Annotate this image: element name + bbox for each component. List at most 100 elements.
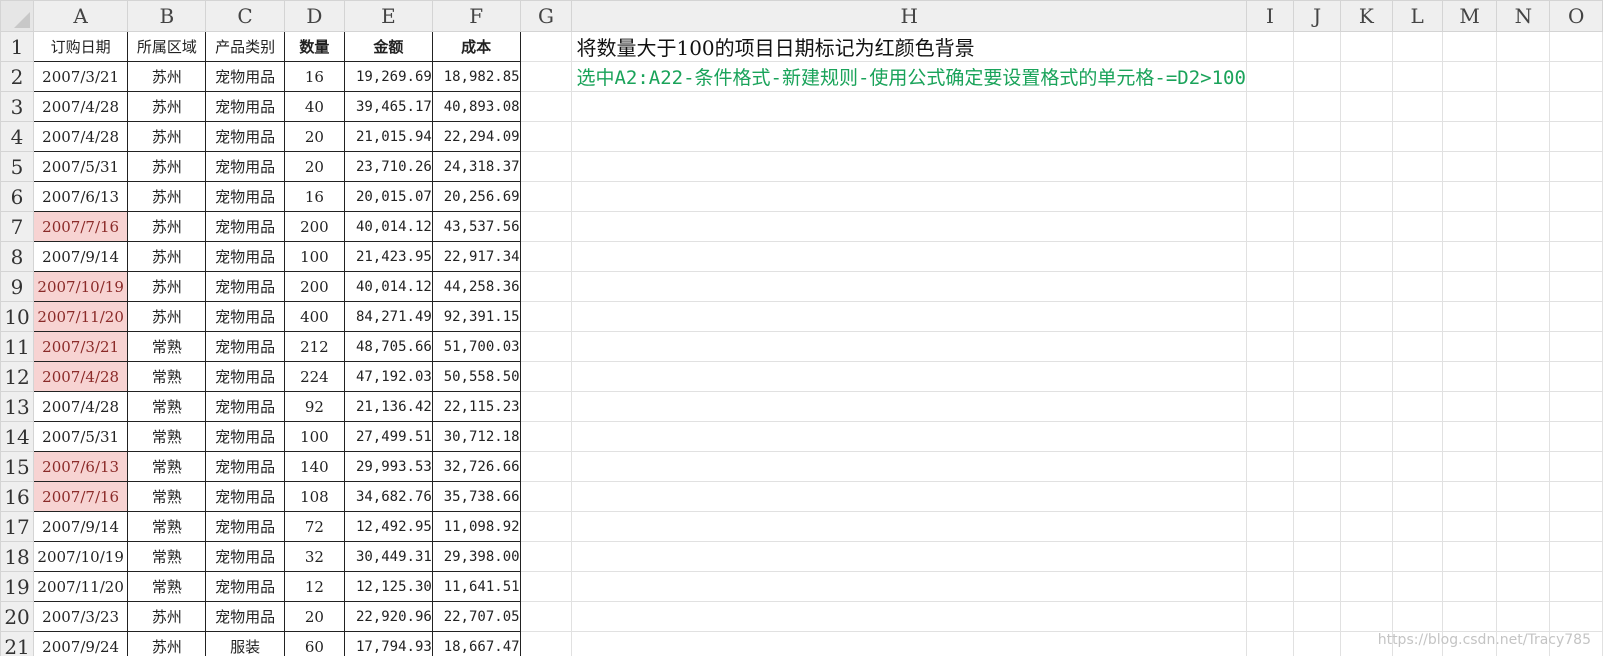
cell-b12[interactable]: 常熟 — [127, 361, 207, 392]
column-header-j[interactable]: J — [1293, 0, 1342, 32]
cell-g21[interactable] — [519, 631, 573, 656]
cell-g6[interactable] — [519, 181, 573, 212]
cell-e10[interactable]: 84,271.49 — [344, 301, 433, 332]
cell-o16[interactable] — [1549, 481, 1603, 512]
cell-c16[interactable]: 宠物用品 — [205, 481, 285, 512]
cell-c2[interactable]: 宠物用品 — [205, 61, 285, 92]
cell-d9[interactable]: 200 — [283, 271, 346, 302]
cell-c9[interactable]: 宠物用品 — [205, 271, 285, 302]
cell-l20[interactable] — [1391, 601, 1443, 632]
cell-a13[interactable]: 2007/4/28 — [33, 391, 129, 422]
cell-d13[interactable]: 92 — [283, 391, 346, 422]
row-header-17[interactable]: 17 — [0, 511, 35, 542]
cell-e18[interactable]: 30,449.31 — [344, 541, 433, 572]
cell-e16[interactable]: 34,682.76 — [344, 481, 433, 512]
cell-h19[interactable] — [571, 571, 1247, 602]
cell-c13[interactable]: 宠物用品 — [205, 391, 285, 422]
cell-l8[interactable] — [1391, 241, 1443, 272]
cell-o3[interactable] — [1549, 91, 1603, 122]
cell-i8[interactable] — [1245, 241, 1295, 272]
cell-h2[interactable]: 选中A2:A22-条件格式-新建规则-使用公式确定要设置格式的单元格-=D2>1… — [571, 61, 1247, 92]
cell-k11[interactable] — [1340, 331, 1393, 362]
cell-e5[interactable]: 23,710.26 — [344, 151, 433, 182]
select-all-corner[interactable] — [0, 0, 35, 32]
cell-f7[interactable]: 43,537.56 — [431, 211, 521, 242]
cell-o11[interactable] — [1549, 331, 1603, 362]
cell-f15[interactable]: 32,726.66 — [431, 451, 521, 482]
cell-e6[interactable]: 20,015.07 — [344, 181, 433, 212]
cell-b5[interactable]: 苏州 — [127, 151, 207, 182]
cell-e14[interactable]: 27,499.51 — [344, 421, 433, 452]
cell-n13[interactable] — [1496, 391, 1551, 422]
cell-j6[interactable] — [1293, 181, 1342, 212]
cell-j15[interactable] — [1293, 451, 1342, 482]
header-cell-a[interactable]: 订购日期 — [33, 31, 129, 62]
cell-a14[interactable]: 2007/5/31 — [33, 421, 129, 452]
cell-f9[interactable]: 44,258.36 — [431, 271, 521, 302]
cell-e2[interactable]: 19,269.69 — [344, 61, 433, 92]
cell-i16[interactable] — [1245, 481, 1295, 512]
cell-b13[interactable]: 常熟 — [127, 391, 207, 422]
cell-g9[interactable] — [519, 271, 573, 302]
cell-a20[interactable]: 2007/3/23 — [33, 601, 129, 632]
cell-d18[interactable]: 32 — [283, 541, 346, 572]
row-header-19[interactable]: 19 — [0, 571, 35, 602]
cell-e19[interactable]: 12,125.30 — [344, 571, 433, 602]
cell-l16[interactable] — [1391, 481, 1443, 512]
cell-i17[interactable] — [1245, 511, 1295, 542]
cell-n1[interactable] — [1496, 31, 1551, 62]
cell-i21[interactable] — [1245, 631, 1295, 656]
cell-f11[interactable]: 51,700.03 — [431, 331, 521, 362]
cell-o19[interactable] — [1549, 571, 1603, 602]
cell-c4[interactable]: 宠物用品 — [205, 121, 285, 152]
cell-j13[interactable] — [1293, 391, 1342, 422]
cell-n20[interactable] — [1496, 601, 1551, 632]
cell-g14[interactable] — [519, 421, 573, 452]
cell-m15[interactable] — [1441, 451, 1498, 482]
cell-d6[interactable]: 16 — [283, 181, 346, 212]
cell-h21[interactable] — [571, 631, 1247, 656]
cell-i9[interactable] — [1245, 271, 1295, 302]
cell-h13[interactable] — [571, 391, 1247, 422]
cell-c15[interactable]: 宠物用品 — [205, 451, 285, 482]
cell-n17[interactable] — [1496, 511, 1551, 542]
cell-d4[interactable]: 20 — [283, 121, 346, 152]
column-header-g[interactable]: G — [519, 0, 573, 32]
cell-m5[interactable] — [1441, 151, 1498, 182]
cell-j2[interactable] — [1293, 61, 1342, 92]
cell-k9[interactable] — [1340, 271, 1393, 302]
cell-e8[interactable]: 21,423.95 — [344, 241, 433, 272]
cell-j18[interactable] — [1293, 541, 1342, 572]
cell-o14[interactable] — [1549, 421, 1603, 452]
cell-a16[interactable]: 2007/7/16 — [33, 481, 129, 512]
cell-l6[interactable] — [1391, 181, 1443, 212]
cell-h8[interactable] — [571, 241, 1247, 272]
cell-k18[interactable] — [1340, 541, 1393, 572]
cell-b8[interactable]: 苏州 — [127, 241, 207, 272]
cell-k8[interactable] — [1340, 241, 1393, 272]
cell-k6[interactable] — [1340, 181, 1393, 212]
cell-d21[interactable]: 60 — [283, 631, 346, 656]
cell-g18[interactable] — [519, 541, 573, 572]
cell-j8[interactable] — [1293, 241, 1342, 272]
cell-f2[interactable]: 18,982.85 — [431, 61, 521, 92]
cell-e15[interactable]: 29,993.53 — [344, 451, 433, 482]
cell-d7[interactable]: 200 — [283, 211, 346, 242]
cell-k19[interactable] — [1340, 571, 1393, 602]
row-header-4[interactable]: 4 — [0, 121, 35, 152]
cell-h15[interactable] — [571, 451, 1247, 482]
cell-m18[interactable] — [1441, 541, 1498, 572]
cell-m14[interactable] — [1441, 421, 1498, 452]
cell-d8[interactable]: 100 — [283, 241, 346, 272]
row-header-6[interactable]: 6 — [0, 181, 35, 212]
column-header-h[interactable]: H — [571, 0, 1247, 32]
row-header-7[interactable]: 7 — [0, 211, 35, 242]
cell-d11[interactable]: 212 — [283, 331, 346, 362]
cell-i7[interactable] — [1245, 211, 1295, 242]
cell-e7[interactable]: 40,014.12 — [344, 211, 433, 242]
cell-n4[interactable] — [1496, 121, 1551, 152]
cell-l12[interactable] — [1391, 361, 1443, 392]
cell-f4[interactable]: 22,294.09 — [431, 121, 521, 152]
column-header-m[interactable]: M — [1441, 0, 1498, 32]
row-header-10[interactable]: 10 — [0, 301, 35, 332]
